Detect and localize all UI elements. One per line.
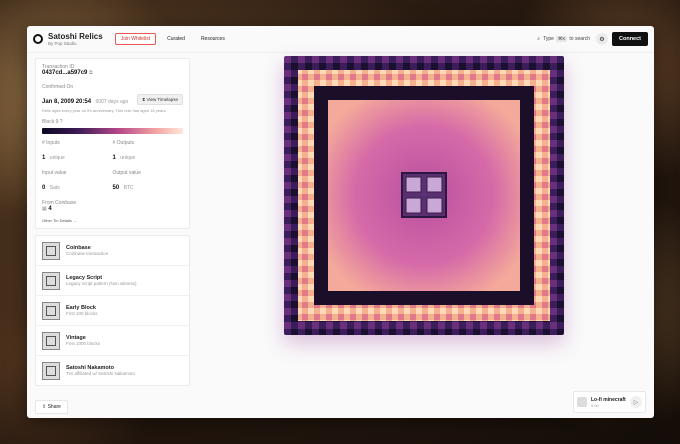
output-unit: BTC <box>123 185 134 191</box>
brand: Satoshi Relics By Pop Studio <box>48 32 103 46</box>
search-button[interactable]: ⌕ Type ⌘K to search <box>537 36 590 42</box>
outputs-value: 1 <box>112 155 116 161</box>
play-button[interactable]: ▷ <box>630 396 642 408</box>
attribute-sub: Legacy script pattern (Non witness) <box>66 281 137 286</box>
input-unit: Sats <box>49 185 60 191</box>
attribute-coinbase[interactable]: Coinbase Coinbase transaction <box>36 236 189 266</box>
play-icon: ▷ <box>633 399 639 406</box>
attribute-satoshi[interactable]: Satoshi Nakamoto Txs affiliated w/ Satos… <box>36 356 189 385</box>
search-suffix: to search <box>569 36 590 42</box>
inputs-unit: unique <box>49 155 65 161</box>
top-bar: Satoshi Relics By Pop Studio Join Whitel… <box>27 26 654 53</box>
attribute-vintage[interactable]: Vintage First 1000 blocks <box>36 326 189 356</box>
block-label: Block 9 <box>42 119 59 125</box>
view-timelapse-button[interactable]: ⧗ View Timelapse <box>137 93 183 105</box>
attribute-list: Coinbase Coinbase transaction Legacy Scr… <box>35 235 190 386</box>
music-player: Lo-fi minecraft 0:00 ▷ <box>573 391 646 413</box>
outputs-unit: unique <box>120 155 136 161</box>
app-subtitle: By Pop Studio <box>48 41 77 46</box>
details-panel: Transaction ID 0437cd...a597c9 ⧉ Confirm… <box>35 58 190 386</box>
attribute-early-block[interactable]: Early Block First 100 blocks <box>36 296 189 326</box>
search-shortcut: ⌘K <box>555 36 568 42</box>
from-coinbase-value: 4 <box>48 206 52 212</box>
input-value-label: Input value <box>42 170 67 176</box>
relic-artwork[interactable] <box>284 56 564 335</box>
confirmed-date: Jan 8, 2009 20:54 <box>42 99 92 105</box>
arrow-right-icon: → <box>72 218 77 223</box>
color-gradient-bar <box>42 128 183 134</box>
share-label: Share <box>47 404 61 410</box>
search-prefix: Type <box>543 36 554 42</box>
output-value-label: Output value <box>112 170 141 176</box>
music-title: Lo-fi minecraft <box>591 396 626 403</box>
music-thumbnail <box>577 397 587 407</box>
app-title: Satoshi Relics <box>48 32 103 41</box>
join-whitelist-button[interactable]: Join Whitelist <box>114 33 157 45</box>
output-value: 50 <box>112 185 120 191</box>
inputs-value: 1 <box>42 155 46 161</box>
attribute-sub: First 1000 blocks <box>66 341 101 346</box>
relic-artwork-svg <box>284 56 564 335</box>
outputs-label: # Outputs <box>112 140 135 146</box>
early-block-icon <box>42 301 60 320</box>
attribute-sub: Coinbase transaction <box>66 251 109 256</box>
connect-button[interactable]: Connect <box>612 32 648 46</box>
attribute-legacy-script[interactable]: Legacy Script Legacy script pattern (Non… <box>36 266 189 296</box>
info-icon[interactable]: ? <box>60 119 63 125</box>
vintage-icon <box>42 331 60 350</box>
share-button[interactable]: ⇪ Share <box>35 400 68 414</box>
filter-icon: ⚙ <box>599 36 605 43</box>
inputs-label: # Inputs <box>42 140 60 146</box>
coinbase-icon: ▦ <box>42 206 47 212</box>
app-window: Satoshi Relics By Pop Studio Join Whitel… <box>27 26 654 418</box>
other-details-label: Other Tin Details <box>42 218 72 223</box>
attribute-sub: Txs affiliated w/ Satoshi Nakamoto <box>66 371 135 376</box>
tx-id[interactable]: 0437cd...a597c9 <box>42 70 87 76</box>
attribute-sub: First 100 blocks <box>66 311 98 316</box>
satoshi-icon <box>42 361 60 380</box>
legacy-script-icon <box>42 271 60 290</box>
hourglass-icon: ⧗ <box>142 96 146 102</box>
confirmed-ago: 6007 days ago <box>95 99 129 105</box>
logo-icon[interactable] <box>33 34 43 44</box>
share-icon: ⇪ <box>42 404 47 410</box>
tx-card: Transaction ID 0437cd...a597c9 ⧉ Confirm… <box>35 58 190 229</box>
coinbase-relic-icon <box>42 241 60 260</box>
timelapse-label: View Timelapse <box>146 96 178 102</box>
age-note: Relic ages every year on it's anniversar… <box>42 108 167 113</box>
copy-icon[interactable]: ⧉ <box>89 70 93 76</box>
settings-button[interactable]: ⚙ <box>596 33 608 45</box>
other-details-link[interactable]: Other Tin Details → <box>42 218 183 223</box>
music-time: 0:00 <box>591 402 599 408</box>
nav-curated[interactable]: Curated <box>162 34 190 44</box>
search-icon: ⌕ <box>537 36 541 42</box>
nav-resources[interactable]: Resources <box>196 34 230 44</box>
input-value: 0 <box>42 185 46 191</box>
